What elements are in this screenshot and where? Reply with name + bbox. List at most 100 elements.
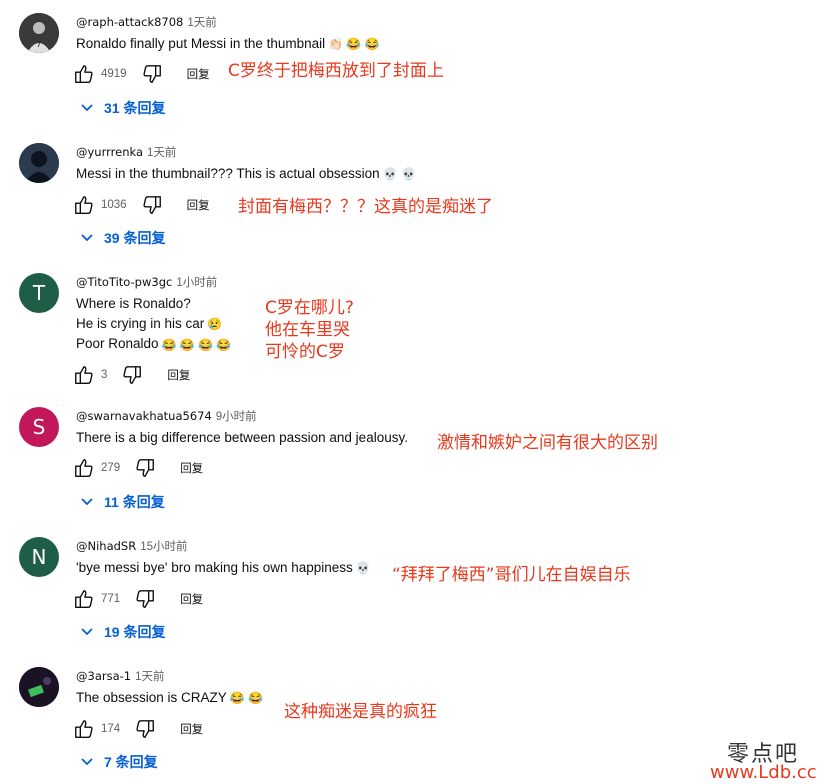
replies-toggle[interactable]: 39 条回复: [80, 228, 165, 248]
emoji: 😂 😂 😂 😂: [161, 337, 232, 352]
replies-label: 11 条回复: [104, 494, 165, 510]
timestamp[interactable]: 9小时前: [216, 411, 257, 423]
annotation-line: 他在车里哭: [265, 320, 350, 340]
avatar[interactable]: [19, 143, 59, 183]
reply-button[interactable]: 回复: [167, 367, 190, 383]
reply-button[interactable]: 回复: [180, 591, 203, 607]
annotation-line: 这种痴迷是真的疯狂: [284, 702, 437, 722]
like-count: 279: [101, 462, 121, 474]
like-icon[interactable]: [73, 364, 95, 386]
comment-text: Messi in the thumbnail??? This is actual…: [76, 164, 416, 184]
comment-line: Poor Ronaldo: [76, 336, 159, 352]
comment-text: Where is Ronaldo? He is crying in his ca…: [76, 294, 231, 355]
avatar[interactable]: S: [19, 407, 59, 447]
annotation-line: C罗终于把梅西放到了封面上: [228, 61, 444, 81]
comment-actions: 3 回复: [73, 363, 190, 387]
replies-label: 39 条回复: [104, 230, 166, 246]
comment-actions: 279 回复: [73, 456, 203, 480]
emoji: 👏🏻 😂 😂: [328, 37, 380, 52]
avatar-letter: S: [32, 415, 46, 439]
reply-button[interactable]: 回复: [180, 721, 203, 737]
author-name[interactable]: @3arsa-1: [76, 669, 131, 683]
dislike-icon[interactable]: [141, 194, 163, 216]
emoji: 💀 💀: [382, 167, 416, 182]
comment-meta: @raph-attack8708 1天前: [76, 14, 217, 30]
like-icon[interactable]: [73, 457, 95, 479]
annotation-line: 可怜的C罗: [265, 342, 345, 362]
chevron-down-icon: [80, 624, 94, 640]
reply-button[interactable]: 回复: [187, 197, 210, 213]
comment-line: Where is Ronaldo?: [76, 296, 191, 311]
replies-toggle[interactable]: 11 条回复: [80, 492, 165, 512]
dislike-icon[interactable]: [134, 588, 156, 610]
chevron-down-icon: [80, 230, 94, 246]
watermark-url: www.Ldb.cc: [710, 762, 817, 783]
annotation: 激情和嫉妒之间有很大的区别: [437, 432, 658, 454]
like-icon[interactable]: [73, 63, 95, 85]
author-name[interactable]: @yurrrenka: [76, 145, 143, 159]
timestamp[interactable]: 1天前: [135, 671, 164, 683]
annotation-line: 封面有梅西？？？这真的是痴迷了: [238, 197, 493, 217]
comment-line: There is a big difference between passio…: [76, 430, 408, 445]
timestamp[interactable]: 15小时前: [140, 541, 187, 553]
annotation: 封面有梅西？？？这真的是痴迷了: [238, 196, 493, 218]
dislike-icon[interactable]: [121, 364, 143, 386]
comment-meta: @NihadSR 15小时前: [76, 538, 188, 554]
comment-text: The obsession is CRAZY 😂 😂: [76, 688, 263, 708]
timestamp[interactable]: 1小时前: [176, 277, 217, 289]
author-name[interactable]: @NihadSR: [76, 539, 136, 553]
comment-actions: 771 回复: [73, 587, 203, 611]
comment-line: Messi in the thumbnail??? This is actual…: [76, 166, 380, 181]
like-count: 174: [101, 723, 121, 735]
replies-toggle[interactable]: 19 条回复: [80, 622, 165, 642]
comment-actions: 174 回复: [73, 717, 203, 741]
avatar[interactable]: [19, 667, 59, 707]
comment-line: 'bye messi bye' bro making his own happi…: [76, 560, 353, 575]
author-name[interactable]: @swarnavakhatua5674: [76, 409, 212, 423]
avatar-letter: T: [32, 281, 46, 305]
comment-actions: 4919 回复: [73, 62, 210, 86]
svg-text:7: 7: [36, 40, 42, 50]
like-count: 3: [101, 369, 108, 381]
annotation: “拜拜了梅西”哥们儿在自娱自乐: [392, 564, 631, 586]
like-icon[interactable]: [73, 194, 95, 216]
chevron-down-icon: [80, 494, 94, 510]
dislike-icon[interactable]: [141, 63, 163, 85]
dislike-icon[interactable]: [134, 457, 156, 479]
comment-line: The obsession is CRAZY: [76, 690, 227, 705]
avatar[interactable]: N: [19, 537, 59, 577]
like-count: 4919: [101, 68, 127, 80]
avatar-letter: N: [31, 545, 47, 569]
annotation: C罗终于把梅西放到了封面上: [228, 60, 444, 82]
emoji: 💀: [355, 561, 371, 576]
avatar[interactable]: 7: [19, 13, 59, 53]
like-count: 771: [101, 593, 121, 605]
author-name[interactable]: @TitoTito-pw3gc: [76, 275, 172, 289]
comment-actions: 1036 回复: [73, 193, 210, 217]
reply-button[interactable]: 回复: [187, 66, 210, 82]
annotation-line: “拜拜了梅西”哥们儿在自娱自乐: [392, 565, 631, 585]
timestamp[interactable]: 1天前: [187, 17, 216, 29]
avatar[interactable]: T: [19, 273, 59, 313]
like-icon[interactable]: [73, 588, 95, 610]
chevron-down-icon: [80, 100, 94, 116]
comment-text: 'bye messi bye' bro making his own happi…: [76, 558, 371, 578]
author-name[interactable]: @raph-attack8708: [76, 15, 183, 29]
reply-button[interactable]: 回复: [180, 460, 203, 476]
comment-text: There is a big difference between passio…: [76, 428, 408, 448]
comment-text: Ronaldo finally put Messi in the thumbna…: [76, 34, 380, 54]
comment-meta: @3arsa-1 1天前: [76, 668, 165, 684]
timestamp[interactable]: 1天前: [147, 147, 176, 159]
annotation: C罗在哪儿? 他在车里哭 可怜的C罗: [265, 297, 354, 363]
like-icon[interactable]: [73, 718, 95, 740]
replies-toggle[interactable]: 7 条回复: [80, 752, 158, 772]
replies-label: 31 条回复: [104, 100, 166, 116]
replies-label: 19 条回复: [104, 624, 166, 640]
replies-toggle[interactable]: 31 条回复: [80, 98, 165, 118]
emoji: 😂 😂: [229, 691, 264, 706]
annotation: 这种痴迷是真的疯狂: [284, 701, 437, 723]
dislike-icon[interactable]: [134, 718, 156, 740]
comment-meta: @TitoTito-pw3gc 1小时前: [76, 274, 217, 290]
replies-label: 7 条回复: [104, 754, 158, 770]
comment-line: He is crying in his car: [76, 316, 205, 331]
